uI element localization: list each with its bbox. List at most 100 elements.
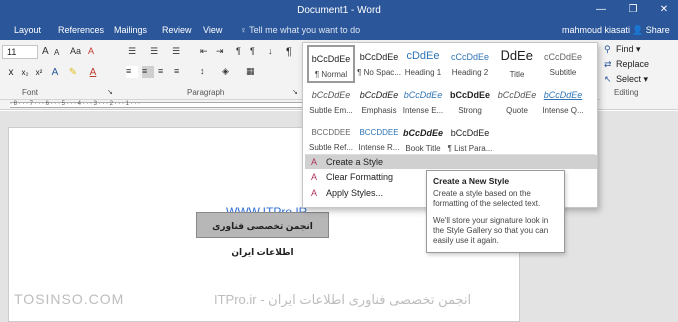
menu-item-label: Clear Formatting: [326, 172, 394, 182]
highlighted-text[interactable]: انجمن تخصصی فناوری اطلاعات ایران: [196, 212, 329, 257]
style-sample: cDdEe: [406, 50, 440, 62]
rtl-icon[interactable]: ¶: [250, 46, 255, 56]
text-effects-icon[interactable]: A: [48, 66, 62, 80]
style-sample: bCcDdEe: [543, 90, 583, 100]
style-name: ¶ No Spac...: [357, 68, 401, 77]
style-sample: bCcDdEe: [359, 52, 399, 62]
window-title: Document1 - Word: [297, 5, 381, 16]
font-color-icon[interactable]: A: [86, 66, 100, 80]
group-label-font: Font: [22, 88, 39, 97]
align-left-icon[interactable]: ≡: [126, 66, 138, 78]
style-subtitle[interactable]: cCcDdEe Subtitle: [539, 45, 587, 83]
multilevel-list-icon[interactable]: ☰: [172, 46, 180, 57]
style-sample: bCcDdEe: [311, 54, 351, 64]
style-name: ¶ Normal: [314, 70, 348, 79]
style-sample: bCcDdEe: [402, 128, 443, 138]
line-spacing-icon[interactable]: ↕: [200, 66, 205, 76]
increase-indent-icon[interactable]: ⇥: [216, 46, 224, 57]
select-icon: ↖: [604, 74, 612, 84]
borders-icon[interactable]: ▦: [246, 66, 255, 77]
style-name: Intense Q...: [542, 106, 584, 115]
user-account[interactable]: mahmoud kiasati: [562, 25, 630, 35]
style-sample: bCcDdEe: [359, 90, 399, 100]
sort-icon[interactable]: ↓: [268, 46, 273, 56]
tab-layout[interactable]: Layout: [14, 25, 41, 35]
style-no-spacing[interactable]: bCcDdEe ¶ No Spac...: [355, 45, 403, 83]
tooltip-description: Create a style based on the formatting o…: [433, 189, 541, 208]
tell-me-label: Tell me what you want to do: [249, 25, 361, 35]
tab-references[interactable]: References: [58, 25, 104, 35]
style-sample: BCCDDEE: [359, 128, 399, 137]
find-icon: ⚲: [604, 44, 611, 54]
tooltip-title: Create a New Style: [433, 176, 510, 186]
font-grow-icon[interactable]: A: [42, 46, 49, 57]
person-icon: 👤: [632, 25, 644, 35]
style-name: Strong: [458, 106, 482, 115]
style-quote[interactable]: bCcDdEe Quote: [493, 83, 541, 121]
style-name: Title: [509, 70, 525, 79]
justify-icon[interactable]: ≡: [174, 66, 179, 76]
bullets-icon[interactable]: ☰: [128, 46, 136, 57]
style-sample: bCcDdEe: [497, 90, 537, 100]
font-size-box[interactable]: 11: [2, 45, 38, 59]
align-center-icon[interactable]: ≡: [142, 66, 154, 78]
style-name: Heading 1: [404, 68, 442, 77]
close-button[interactable]: ✕: [657, 3, 671, 17]
style-name: Emphasis: [361, 106, 397, 115]
style-name: Quote: [506, 106, 528, 115]
ltr-icon[interactable]: ¶: [236, 46, 241, 56]
numbering-icon[interactable]: ☰: [150, 46, 158, 57]
tab-mailings[interactable]: Mailings: [114, 25, 147, 35]
strikethrough-icon[interactable]: x: [4, 66, 18, 80]
clear-format-icon[interactable]: A: [88, 46, 94, 56]
clear-formatting-icon: A: [311, 172, 318, 182]
style-sample: BCCDDEE: [311, 128, 351, 137]
style-heading-2[interactable]: cCcDdEe Heading 2: [446, 45, 494, 83]
find-button[interactable]: Find ▾: [616, 44, 641, 55]
style-name: Intense E...: [402, 106, 444, 115]
style-title[interactable]: ᎠdEe Title: [493, 45, 541, 83]
superscript-icon[interactable]: x²: [32, 66, 46, 80]
show-marks-icon[interactable]: ¶: [286, 46, 292, 58]
style-intense-quote[interactable]: bCcDdEe Intense Q...: [539, 83, 587, 121]
tell-me-search[interactable]: ♀ Tell me what you want to do: [240, 25, 360, 35]
align-right-icon[interactable]: ≡: [158, 66, 163, 76]
paragraph-dialog-launcher-icon[interactable]: ↘: [292, 88, 298, 96]
shading-icon[interactable]: ◈: [222, 66, 229, 77]
select-button[interactable]: Select ▾: [616, 74, 648, 85]
replace-icon: ⇄: [604, 59, 612, 69]
decrease-indent-icon[interactable]: ⇤: [200, 46, 208, 57]
subscript-icon[interactable]: x₂: [18, 66, 32, 80]
style-heading-1[interactable]: cDdEe Heading 1: [399, 45, 447, 83]
replace-button[interactable]: Replace: [616, 59, 649, 69]
font-shrink-icon[interactable]: A: [54, 48, 59, 57]
font-dialog-launcher-icon[interactable]: ↘: [107, 88, 113, 96]
group-label-editing: Editing: [614, 88, 639, 97]
editing-group: ⚲ Find ▾ ⇄ Replace ↖ Select ▾ Editing: [600, 40, 678, 100]
restore-button[interactable]: ❐: [626, 3, 640, 17]
menu-item-label: Apply Styles...: [326, 188, 384, 198]
style-intense-emphasis[interactable]: bCcDdEe Intense E...: [399, 83, 447, 121]
watermark-center: ITPro.ir - انجمن تخصصی فناوری اطلاعات ای…: [214, 292, 472, 307]
tab-review[interactable]: Review: [162, 25, 192, 35]
apply-styles-icon: A: [311, 188, 318, 198]
tab-view[interactable]: View: [203, 25, 222, 35]
style-sample: bCcDdEe: [403, 90, 443, 100]
style-name: Heading 2: [451, 68, 489, 77]
style-subtle-emphasis[interactable]: bCcDdEe Subtle Em...: [307, 83, 355, 121]
group-label-paragraph: Paragraph: [187, 88, 225, 97]
highlight-icon[interactable]: ✎: [66, 66, 80, 80]
minimize-button[interactable]: —: [594, 3, 608, 17]
style-sample: bCcDdEe: [449, 90, 490, 100]
style-normal[interactable]: bCcDdEe ¶ Normal: [307, 45, 355, 83]
style-sample: bCcDdEe: [450, 128, 490, 138]
style-name: ¶ List Para...: [447, 144, 493, 153]
style-sample: cCcDdEe: [450, 52, 489, 62]
style-emphasis[interactable]: bCcDdEe Emphasis: [355, 83, 403, 121]
style-strong[interactable]: bCcDdEe Strong: [446, 83, 494, 121]
change-case-icon[interactable]: Aa: [70, 46, 81, 56]
ruler-numbers: · 8 · · · 7 · · · 6 · · · 5 · · · 4 · · …: [10, 101, 140, 107]
create-style-menu-item[interactable]: A Create a Style: [305, 155, 597, 169]
tooltip-detail: We'll store your signature look in the S…: [433, 216, 549, 245]
share-button[interactable]: 👤 Share: [632, 25, 670, 36]
